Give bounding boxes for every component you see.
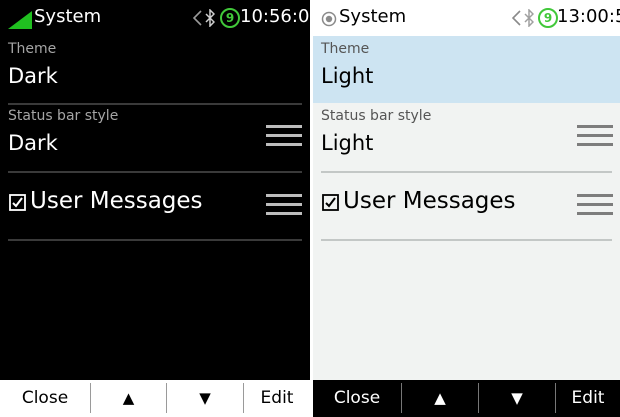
- light-theme-screen: System 9 13:00:57 Theme Light Status bar…: [313, 0, 620, 417]
- setting-value: Light: [321, 131, 374, 155]
- app-title: System: [34, 6, 102, 27]
- setting-value: Light: [321, 64, 374, 88]
- network-icon: [512, 10, 521, 26]
- satellite-count-badge: 9: [220, 8, 240, 28]
- dark-theme-screen: System 9 10:56:07 Theme Dark Status bar …: [0, 0, 310, 417]
- status-bar-style-setting[interactable]: Status bar style Light: [313, 103, 620, 171]
- close-button[interactable]: Close: [313, 380, 401, 417]
- hamburger-drag-icon[interactable]: [266, 125, 302, 147]
- move-down-button[interactable]: ▼: [479, 380, 555, 417]
- app-title: System: [339, 6, 407, 27]
- edit-button[interactable]: Edit: [556, 380, 620, 417]
- user-messages-checkbox[interactable]: [9, 194, 26, 211]
- satellite-count-badge: 9: [538, 8, 558, 28]
- button-bar: Close ▲ ▼ Edit: [313, 380, 620, 417]
- theme-setting[interactable]: Theme Dark: [0, 36, 310, 103]
- status-bar: System 9 10:56:07: [0, 0, 310, 36]
- hamburger-drag-icon[interactable]: [266, 194, 302, 216]
- setting-value: Dark: [8, 131, 58, 155]
- hamburger-drag-icon[interactable]: [577, 125, 613, 147]
- network-icon: [193, 10, 202, 26]
- app-logo-icon: [8, 11, 32, 29]
- move-up-button[interactable]: ▲: [402, 380, 478, 417]
- user-messages-label: User Messages: [343, 188, 516, 214]
- app-logo-icon: [321, 11, 337, 27]
- divider: [321, 239, 612, 241]
- user-messages-label: User Messages: [30, 188, 203, 214]
- move-down-button[interactable]: ▼: [167, 380, 243, 417]
- setting-caption: Status bar style: [8, 108, 119, 124]
- clock: 10:56:07: [240, 6, 310, 27]
- user-messages-checkbox[interactable]: [322, 194, 339, 211]
- setting-caption: Theme: [321, 41, 370, 57]
- bluetooth-icon: [524, 9, 534, 27]
- clock: 13:00:57: [557, 6, 620, 27]
- button-bar: Close ▲ ▼ Edit: [0, 380, 310, 417]
- close-button[interactable]: Close: [0, 380, 90, 417]
- hamburger-drag-icon[interactable]: [577, 194, 613, 216]
- theme-setting[interactable]: Theme Light: [313, 36, 620, 103]
- setting-caption: Theme: [8, 41, 57, 57]
- bluetooth-icon: [205, 9, 215, 27]
- setting-caption: Status bar style: [321, 108, 432, 124]
- user-messages-setting[interactable]: User Messages: [0, 171, 310, 240]
- status-bar: System 9 13:00:57: [313, 0, 620, 36]
- move-up-button[interactable]: ▲: [91, 380, 166, 417]
- edit-button[interactable]: Edit: [244, 380, 310, 417]
- divider: [8, 239, 302, 241]
- status-bar-style-setting[interactable]: Status bar style Dark: [0, 103, 310, 171]
- setting-value: Dark: [8, 64, 58, 88]
- user-messages-setting[interactable]: User Messages: [313, 171, 620, 240]
